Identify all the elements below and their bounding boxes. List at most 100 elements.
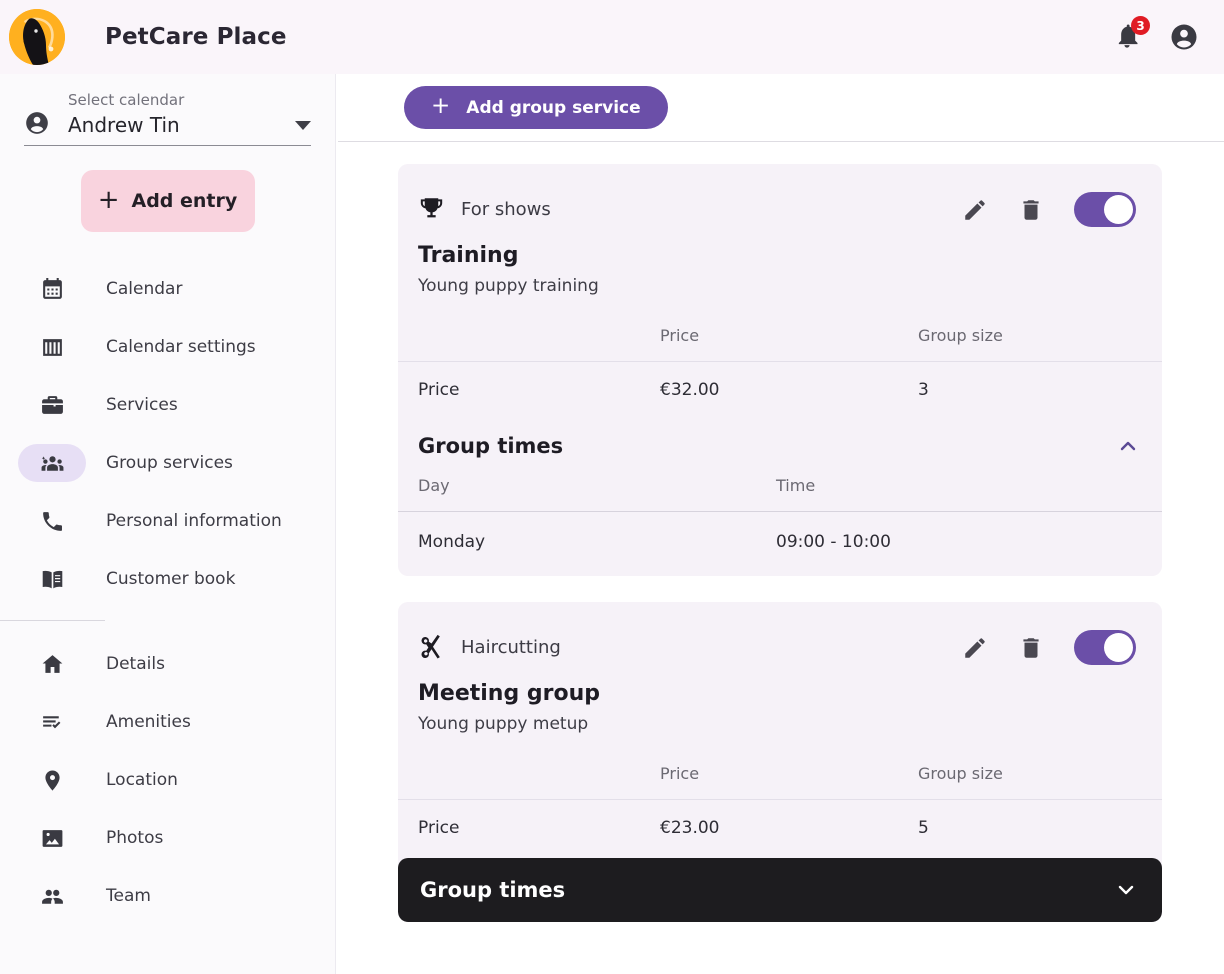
group-times-label: Group times [420,878,566,902]
column-header-time: Time [776,472,1162,512]
card-title: Training [418,243,519,268]
sidebar-item-photos[interactable]: Photos [0,809,335,867]
scissors-icon [421,634,440,659]
nav-pill [18,645,86,683]
chevron-down-icon [295,121,311,130]
group-times-toggle[interactable]: Group times [398,420,1162,472]
top-bar-actions: 3 [1113,16,1199,52]
sidebar-item-calendar[interactable]: Calendar [0,260,335,318]
card-header: For shows [398,164,1162,227]
table-header-row: Price Group size [398,320,1162,362]
nav-pill-active [18,444,86,482]
sidebar-nav-primary: Calendar Calendar settings Services Grou… [0,260,335,608]
sidebar-item-label: Photos [106,828,164,848]
main-header: + Add group service [336,74,1224,129]
nav-pill [18,560,86,598]
plus-icon: + [431,93,451,119]
nav-pill [18,819,86,857]
sidebar: Select calendar Andrew Tin + Add entry C… [0,74,336,974]
delete-button[interactable] [1018,197,1044,223]
map-pin-icon [44,770,60,790]
top-bar: PetCare Place 3 [0,0,1224,74]
calendar-select-value: Andrew Tin [68,113,180,137]
sidebar-item-customer-book[interactable]: Customer book [0,550,335,608]
row-label: Price [418,818,460,838]
avatar[interactable] [1169,22,1199,52]
add-group-service-button[interactable]: + Add group service [404,86,668,129]
group-times-label: Group times [418,434,564,458]
add-entry-button[interactable]: + Add entry [80,170,255,232]
row-price: €32.00 [660,380,720,400]
nav-pill [18,877,86,915]
pencil-icon [965,637,985,658]
calendar-select[interactable]: Select calendar Andrew Tin [24,88,311,146]
enable-toggle[interactable] [1074,630,1136,665]
group-times-header-row: Day Time [398,472,1162,512]
sidebar-divider [0,620,105,621]
trash-icon [1023,199,1039,220]
sidebar-item-personal-information[interactable]: Personal information [0,492,335,550]
nav-pill [18,761,86,799]
notification-badge: 3 [1131,16,1150,35]
sidebar-item-calendar-settings[interactable]: Calendar settings [0,318,335,376]
calendar-settings-icon [42,338,62,356]
sidebar-item-team[interactable]: Team [0,867,335,925]
card-category-label: For shows [461,199,551,220]
sidebar-item-label: Amenities [106,712,191,732]
notifications-button[interactable]: 3 [1113,16,1150,52]
group-service-card-list: For shows Training Young puppy training … [336,142,1224,922]
group-times-row: Monday 09:00 - 10:00 [398,512,1162,577]
account-circle-icon [26,112,48,134]
chevron-up-icon [1120,441,1136,451]
group-times-time: 09:00 - 10:00 [776,532,891,552]
sidebar-item-label: Customer book [106,569,236,589]
calendar-select-label: Select calendar [68,91,185,109]
group-service-card: For shows Training Young puppy training … [398,164,1162,576]
add-entry-label: Add entry [131,190,238,212]
sidebar-item-label: Personal information [106,511,282,531]
sidebar-item-amenities[interactable]: Amenities [0,693,335,751]
sidebar-item-group-services[interactable]: Group services [0,434,335,492]
sidebar-item-label: Calendar [106,279,183,299]
card-actions [962,192,1136,227]
group-people-icon [41,455,63,471]
list-check-icon [42,715,60,728]
plus-icon: + [97,185,120,215]
edit-button[interactable] [962,197,988,223]
group-times-table: Day Time Monday 09:00 - 10:00 [398,472,1162,576]
edit-button[interactable] [962,635,988,661]
photo-icon [42,829,62,847]
toggle-knob [1104,633,1133,662]
enable-toggle[interactable] [1074,192,1136,227]
trophy-icon [420,198,443,218]
sidebar-item-label: Group services [106,453,233,473]
sidebar-item-details[interactable]: Details [0,635,335,693]
table-row: Price €32.00 3 [398,362,1162,421]
row-price: €23.00 [660,818,720,838]
column-header-group-size: Group size [918,320,1162,362]
sidebar-item-services[interactable]: Services [0,376,335,434]
sidebar-item-label: Details [106,654,165,674]
group-times-toggle[interactable]: Group times [398,858,1162,922]
sidebar-item-label: Location [106,770,178,790]
delete-button[interactable] [1018,635,1044,661]
card-subtitle: Young puppy metup [418,714,589,734]
card-category-label: Haircutting [461,637,561,658]
phone-icon [42,511,62,531]
sidebar-item-label: Team [106,886,151,906]
sidebar-item-location[interactable]: Location [0,751,335,809]
nav-pill [18,502,86,540]
add-group-service-label: Add group service [466,97,641,118]
nav-pill [18,328,86,366]
column-header-day: Day [398,472,776,512]
chevron-down-icon [1118,885,1134,895]
people-icon [41,889,63,904]
row-group-size: 3 [918,380,929,400]
trash-icon [1023,637,1039,658]
dog-logo-icon [9,9,65,65]
column-header-price: Price [660,320,918,362]
pencil-icon [965,199,985,220]
row-group-size: 5 [918,818,929,838]
card-subtitle: Young puppy training [418,276,599,296]
nav-pill [18,270,86,308]
